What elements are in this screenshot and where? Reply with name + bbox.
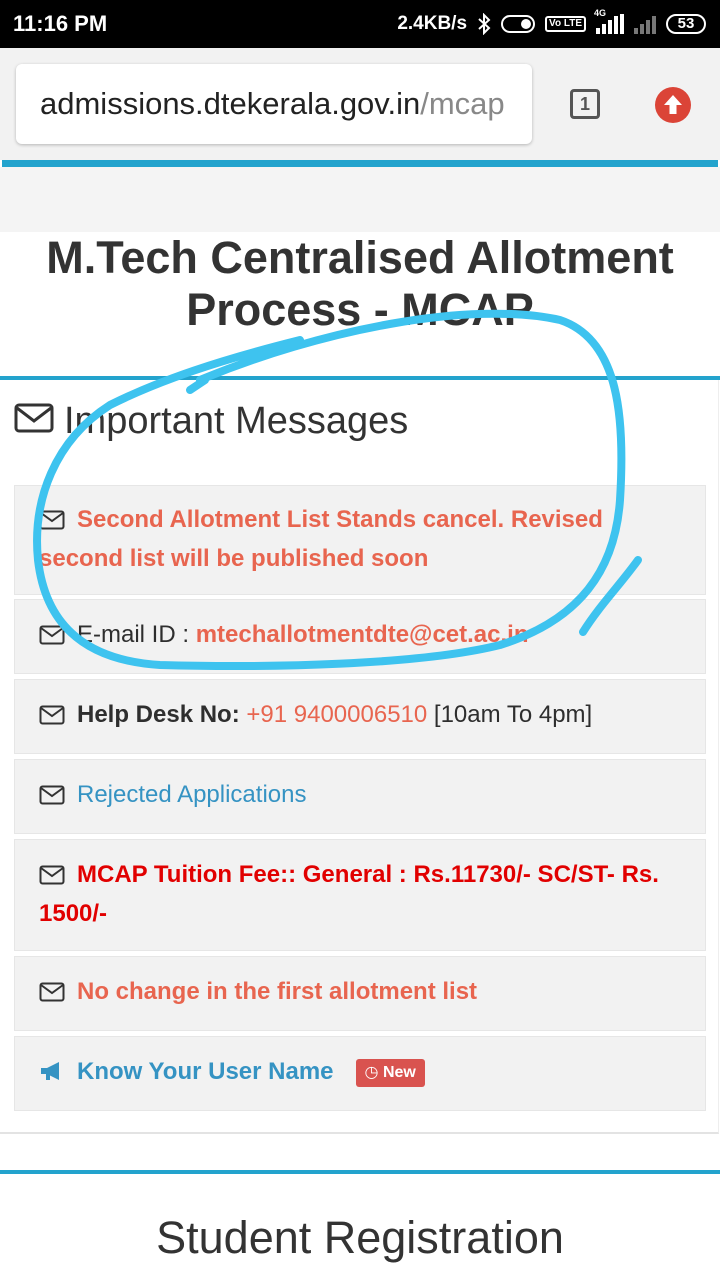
signal-sim2-icon: [634, 14, 656, 34]
fee-notice: MCAP Tuition Fee:: General : Rs.11730/- …: [39, 861, 659, 927]
helpdesk-label: Help Desk No:: [77, 701, 240, 728]
envelope-icon: [39, 700, 65, 736]
cancel-notice: Second Allotment List Stands cancel. Rev…: [39, 506, 603, 572]
message-item-username: Know Your User Name ◷ New: [14, 1036, 706, 1111]
envelope-icon: [39, 505, 65, 541]
rejected-applications-link[interactable]: Rejected Applications: [77, 781, 306, 808]
envelope-icon: [39, 860, 65, 896]
battery-icon: 53: [666, 14, 706, 34]
helpdesk-hours: [10am To 4pm]: [433, 701, 593, 728]
section-divider: [0, 1170, 720, 1174]
clock-icon: ◷: [364, 1064, 379, 1081]
message-text: Help Desk No: +91 9400006510 [10am To 4p…: [39, 697, 681, 736]
no-change-notice: No change in the first allotment list: [77, 978, 478, 1005]
email-label: E-mail ID :: [77, 621, 190, 648]
section-heading-text: Important Messages: [64, 400, 409, 442]
important-messages-heading: Important Messages: [14, 400, 408, 443]
volte-icon: Vo LTE: [545, 16, 586, 32]
url-domain: admissions.dtekerala.gov.in: [40, 86, 421, 121]
data-saver-icon: [501, 15, 536, 33]
update-arrow-icon[interactable]: [655, 87, 691, 123]
message-item-helpdesk: Help Desk No: +91 9400006510 [10am To 4p…: [14, 679, 706, 754]
browser-toolbar: admissions.dtekerala.gov.in/mcap 1: [0, 48, 720, 160]
header-strip: [0, 167, 720, 232]
email-link[interactable]: mtechallotmentdte@cet.ac.in: [196, 621, 529, 648]
message-item-rejected: Rejected Applications: [14, 759, 706, 834]
message-text: Know Your User Name ◷ New: [39, 1054, 681, 1093]
envelope-icon: [14, 400, 54, 443]
message-text: E-mail ID : mtechallotmentdte@cet.ac.in: [39, 617, 681, 656]
message-item-no-change: No change in the first allotment list: [14, 956, 706, 1031]
envelope-icon: [39, 780, 65, 816]
message-text: Rejected Applications: [39, 777, 681, 816]
status-icons: 2.4KB/s Vo LTE 4G 53: [397, 8, 706, 38]
message-text: MCAP Tuition Fee:: General : Rs.11730/- …: [39, 857, 681, 932]
new-badge-label: New: [382, 1064, 416, 1081]
message-text: No change in the first allotment list: [39, 974, 681, 1013]
envelope-icon: [39, 620, 65, 656]
know-username-link[interactable]: Know Your User Name: [77, 1058, 334, 1085]
address-bar[interactable]: admissions.dtekerala.gov.in/mcap: [16, 64, 532, 144]
new-badge: ◷ New: [355, 1059, 425, 1087]
signal-4g-icon: 4G: [594, 8, 624, 34]
url-text: admissions.dtekerala.gov.in/mcap: [40, 86, 505, 122]
megaphone-icon: [39, 1057, 65, 1093]
message-item-email: E-mail ID : mtechallotmentdte@cet.ac.in: [14, 599, 706, 674]
message-item-fee: MCAP Tuition Fee:: General : Rs.11730/- …: [14, 839, 706, 951]
student-registration-heading: Student Registration: [156, 1212, 564, 1263]
network-speed: 2.4KB/s: [397, 13, 468, 34]
tab-switcher-button[interactable]: 1: [570, 89, 600, 119]
bluetooth-icon: [477, 13, 491, 35]
signal-type-label: 4G: [594, 8, 607, 18]
envelope-icon: [39, 977, 65, 1013]
message-text: Second Allotment List Stands cancel. Rev…: [39, 502, 681, 577]
message-item-cancel: Second Allotment List Stands cancel. Rev…: [14, 485, 706, 595]
page-load-progress: [2, 160, 718, 167]
url-path: /mcap: [420, 86, 505, 121]
helpdesk-phone-link[interactable]: +91 9400006510: [246, 701, 427, 728]
status-bar: 11:16 PM 2.4KB/s Vo LTE 4G 53: [0, 0, 720, 48]
status-time: 11:16 PM: [13, 11, 108, 36]
page-title: M.Tech Centralised Allotment Process - M…: [46, 232, 674, 335]
